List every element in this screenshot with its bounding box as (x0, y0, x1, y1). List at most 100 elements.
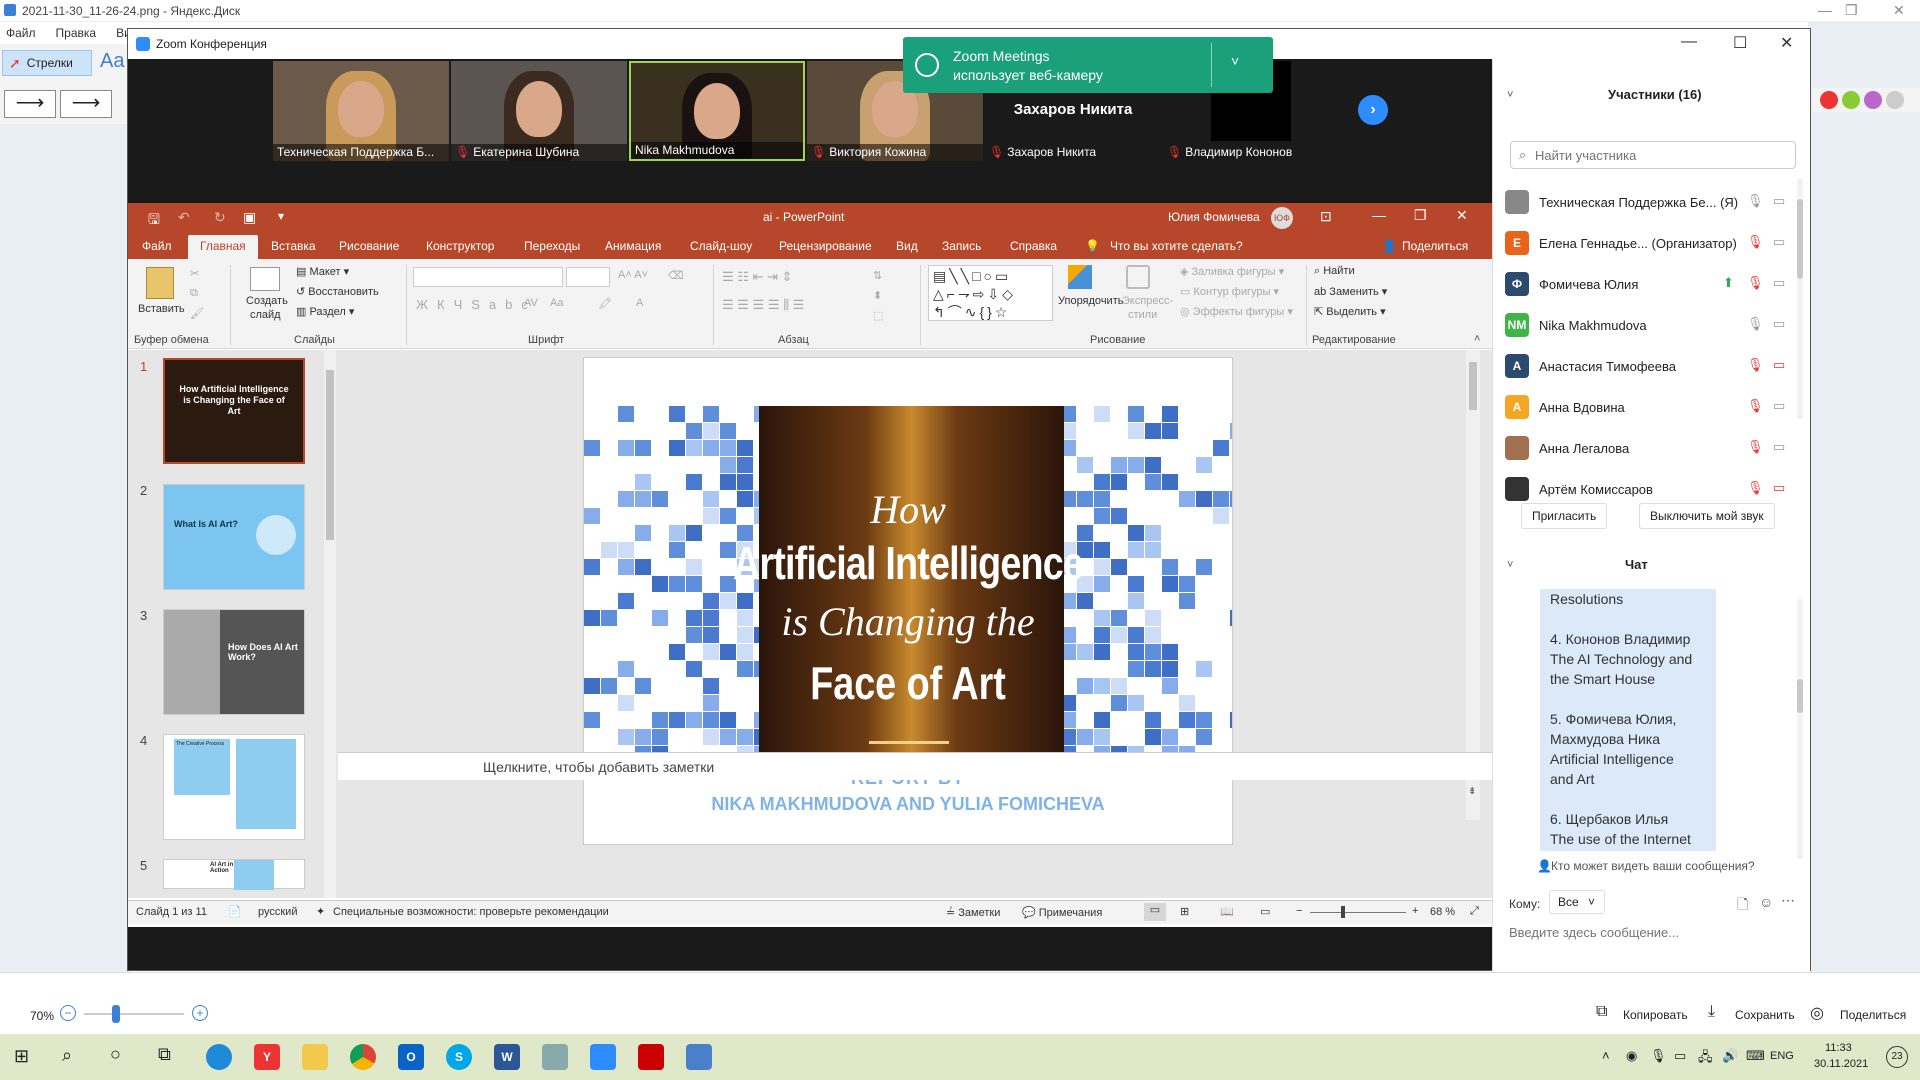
yandex-browser-icon[interactable]: Y (254, 1044, 280, 1070)
zoom-in-icon[interactable]: + (192, 1005, 208, 1021)
zoom-out-ppt-icon[interactable]: − (1296, 905, 1302, 917)
replace-button[interactable]: ab Заменить ▾ (1314, 285, 1387, 298)
zoom-taskbar-icon[interactable] (590, 1044, 616, 1070)
file-explorer-icon[interactable] (302, 1044, 328, 1070)
layout-button[interactable]: ▤ Макет ▾ (296, 265, 349, 278)
outlook-icon[interactable]: O (398, 1044, 424, 1070)
ppt-minimize-icon[interactable]: — (1372, 207, 1386, 223)
char-spacing-icon[interactable]: AV (524, 297, 538, 309)
participant-row[interactable]: Анна Легалова 🎙 ▭ (1505, 431, 1805, 463)
color-red[interactable] (1820, 91, 1838, 109)
comments-toggle[interactable]: 💬 Примечания (1022, 906, 1102, 919)
paste-button[interactable]: Вставить (138, 303, 185, 315)
font-style-buttons[interactable]: ЖКЧSabc (416, 297, 537, 312)
cortana-icon[interactable]: ○ (110, 1044, 121, 1065)
sorter-view-icon[interactable]: ⊞ (1180, 905, 1189, 918)
accessibility-status[interactable]: Специальные возможности: проверьте реком… (333, 906, 609, 918)
who-can-see-link[interactable]: Кто может видеть ваши сообщения? (1551, 859, 1755, 873)
format-painter-icon[interactable]: 🖌 (190, 307, 204, 320)
zoom-close-icon[interactable]: ✕ (1780, 33, 1793, 53)
color-purple[interactable] (1864, 91, 1882, 109)
tab-file[interactable]: Файл (142, 239, 172, 253)
menu-edit[interactable]: Правка (56, 26, 97, 40)
highlight-icon[interactable]: 🖍 (598, 297, 612, 310)
file-icon[interactable]: 🗋 (1737, 894, 1748, 918)
video-tile[interactable]: 🎙 Екатерина Шубина (451, 61, 627, 161)
bullets-icon[interactable]: ☰ ☷ ⇤ ⇥ ⇕ (722, 269, 792, 285)
language-indicator[interactable]: русский (258, 906, 297, 918)
font-color-icon[interactable]: A (636, 297, 643, 309)
chevron-down-icon[interactable]: ˅ (1231, 53, 1239, 69)
input-language[interactable]: ENG (1770, 1050, 1794, 1062)
fit-slide-icon[interactable]: ⤢ (1470, 905, 1479, 918)
clear-format-icon[interactable]: ⌫ (668, 269, 684, 282)
shapes-gallery[interactable]: ▤╲╲□○▭ △⌐⇁⇨⇩◇ ↰⌒∿{}☆ (928, 265, 1053, 321)
ppt-restore-icon[interactable]: ❐ (1414, 207, 1427, 224)
tab-slideshow[interactable]: Слайд-шоу (690, 239, 752, 253)
ppt-share-button[interactable]: Поделиться (1402, 239, 1468, 253)
copy-icon[interactable]: ⧉ (190, 287, 198, 300)
search-icon[interactable]: ⌕ (62, 1045, 72, 1066)
chat-message[interactable]: Resolutions 4. Кононов Владимир The AI Tec… (1540, 589, 1716, 851)
paste-icon[interactable] (146, 267, 174, 299)
arrange-icon[interactable] (1068, 265, 1092, 289)
customize-icon[interactable]: ▾ (278, 209, 284, 223)
notes-toggle[interactable]: ≟ Заметки (946, 906, 1000, 919)
normal-view-icon[interactable]: ▭ (1144, 903, 1166, 921)
tab-animations[interactable]: Анимация (605, 239, 661, 253)
thumbs-scrollbar[interactable] (324, 350, 336, 898)
tell-me-input[interactable]: Что вы хотите сделать? (1110, 239, 1243, 253)
participant-search-input[interactable] (1535, 146, 1785, 164)
zoom-maximize-icon[interactable]: ☐ (1733, 33, 1747, 53)
slide-thumb-3[interactable]: How Does AI Art Work? (163, 609, 305, 715)
task-view-icon[interactable]: ⧉ (158, 1044, 171, 1065)
zoom-slider[interactable] (84, 1013, 184, 1015)
paint-icon[interactable] (686, 1044, 712, 1070)
tab-design[interactable]: Конструктор (426, 239, 494, 253)
video-tile[interactable]: Техническая Поддержка Б... (273, 61, 449, 161)
mute-me-button[interactable]: Выключить мой звук (1639, 503, 1775, 529)
align-text-icon[interactable]: ⬍ (873, 289, 882, 302)
text-direction-icon[interactable]: ⇅ (873, 269, 882, 282)
collapse-chat-icon[interactable]: ˅ (1507, 559, 1513, 571)
tab-insert[interactable]: Вставка (271, 239, 316, 253)
smartart-icon[interactable]: ⬚ (873, 309, 883, 322)
tray-chevron-icon[interactable]: ˄ (1602, 1048, 1610, 1063)
ppt-zoom-level[interactable]: 68 % (1430, 906, 1455, 918)
clock-time[interactable]: 11:33 (1825, 1042, 1852, 1054)
shape-effects-button[interactable]: ◎ Эффекты фигуры ▾ (1180, 305, 1293, 318)
zoom-slider-thumb[interactable] (112, 1005, 120, 1023)
color-gray[interactable] (1886, 91, 1904, 109)
tray-mic-icon[interactable]: 🎙 (1650, 1048, 1667, 1064)
participant-search[interactable]: ⌕ (1510, 141, 1796, 169)
font-family-select[interactable] (413, 267, 563, 287)
shape-fill-button[interactable]: ◈ Заливка фигуры ▾ (1180, 265, 1284, 278)
participants-scrollbar[interactable] (1797, 179, 1803, 419)
more-icon[interactable]: ⋯ (1781, 892, 1795, 909)
present-icon[interactable]: ▣ (243, 209, 256, 226)
next-slide-icon[interactable]: ⇟ (1468, 786, 1476, 797)
align-icons[interactable]: ☰ ☰ ☰ ☰ ⫼ ☰ (722, 297, 804, 313)
tab-draw[interactable]: Рисование (339, 239, 399, 253)
chat-scrollbar[interactable] (1797, 599, 1803, 859)
minimize-icon[interactable]: — (1818, 2, 1832, 18)
section-button[interactable]: ▥ Раздел ▾ (296, 305, 354, 318)
next-videos-icon[interactable]: › (1358, 95, 1388, 125)
slide-thumb-1[interactable]: How Artificial Intelligence is Changing … (163, 358, 305, 464)
reading-view-icon[interactable]: 📖 (1220, 905, 1234, 918)
copy-button[interactable]: Копировать (1623, 1008, 1688, 1022)
participant-row[interactable]: А Анастасия Тимофеева 🎙 ▭ (1505, 349, 1805, 381)
quick-styles-icon[interactable] (1126, 265, 1150, 289)
slide-thumb-5[interactable]: AI Art in Action (163, 859, 305, 890)
zoom-minimize-icon[interactable]: — (1681, 33, 1697, 51)
ribbon-display-icon[interactable]: ⊡ (1320, 208, 1332, 225)
quick-styles-button[interactable]: Экспресс- (1122, 295, 1173, 307)
collapse-ribbon-icon[interactable]: ˄ (1474, 333, 1480, 345)
webcam-notification[interactable]: Zoom Meetings использует веб-камеру ˅ (903, 37, 1273, 93)
undo-icon[interactable]: ↶ (178, 209, 190, 226)
tab-record[interactable]: Запись (942, 239, 981, 253)
tab-home[interactable]: Главная (188, 235, 258, 259)
color-green[interactable] (1842, 91, 1860, 109)
share-button[interactable]: Поделиться (1840, 1008, 1906, 1022)
tab-view[interactable]: Вид (896, 239, 918, 253)
